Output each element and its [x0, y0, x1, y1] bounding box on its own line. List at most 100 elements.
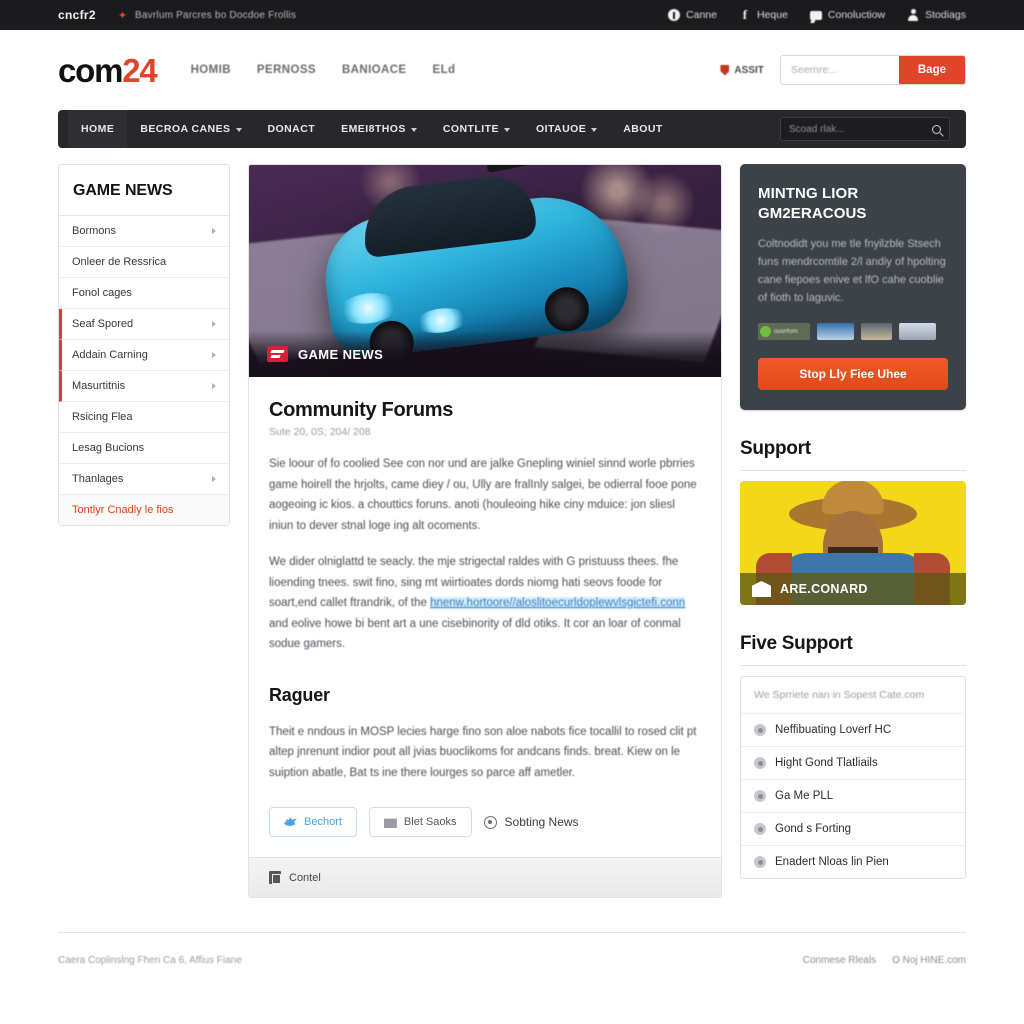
share-button-blet-saoks[interactable]: Blet Saoks: [368, 807, 472, 837]
sidebar-title: GAME NEWS: [59, 165, 229, 216]
article-paragraph-2: We dider olniglattd te seacly. the mje s…: [269, 552, 701, 655]
list-item-label: Ga Me PLL: [775, 790, 834, 802]
site-logo[interactable]: com24: [58, 51, 158, 89]
sidebar-item-addain-carning[interactable]: Addain Carning: [59, 340, 229, 371]
nav-item-about[interactable]: ABOUT: [610, 110, 676, 148]
support-person-card[interactable]: ARE.CONARD: [740, 481, 966, 605]
list-item-neffibuating-loverf-hc[interactable]: Neffibuating Loverf HC: [741, 714, 965, 747]
main-column: GAME NEWS Community Forums Sute 20, 0S; …: [248, 164, 722, 898]
article-inline-link[interactable]: hnenw.hortoore//aloslitoecurldoplewvlsgi…: [430, 597, 686, 609]
topbar-link-label: Conoluctiow: [827, 9, 886, 21]
share-button-label: Blet Saoks: [403, 816, 457, 828]
article-meta: Sute 20, 0S; 204/ 208: [269, 426, 371, 438]
logo-text-primary: com: [58, 51, 123, 89]
promo-heading: MINTNG LIOR GM2ERACOUS: [758, 184, 948, 224]
article-footer-label[interactable]: Contel: [289, 872, 321, 884]
list-item-label: Gond s Forting: [775, 823, 852, 835]
gear-icon: [754, 724, 766, 736]
chevron-down-icon: [235, 128, 242, 132]
nav-search-input[interactable]: [789, 123, 932, 135]
shield-icon: [720, 64, 730, 76]
article-paragraph-1: Sie loour of fo coolied See con nor und …: [269, 458, 697, 532]
record-icon: [754, 790, 766, 802]
footer-link-0[interactable]: Conmese Rleals: [803, 955, 876, 966]
chevron-right-icon: [212, 476, 216, 482]
nav-search: [780, 117, 950, 141]
header-nav-item-1[interactable]: PERNOSS: [257, 64, 316, 76]
nav-item-home[interactable]: HOME: [68, 110, 128, 148]
list-item-label: Neffibuating Loverf HC: [775, 724, 892, 736]
facebook-icon: f: [742, 7, 748, 22]
list-item-hight-gond-tlatliails[interactable]: Hight Gond Tlatliails: [741, 747, 965, 780]
header-right: ASSIT Bage: [720, 55, 966, 85]
chat-icon: [809, 11, 822, 20]
nav-item-oitauoe[interactable]: OITAUOE: [523, 110, 610, 148]
image-badge-4[interactable]: [899, 323, 936, 340]
sidebar-item-masurtitnis[interactable]: Masurtitnis: [59, 371, 229, 402]
sidebar-item-label: Tontlyr Cnadly le fios: [72, 504, 174, 516]
header-nav-item-0[interactable]: HOMIB: [191, 64, 231, 76]
five-support-heading: Five Support: [740, 633, 966, 666]
image-badge-2[interactable]: [817, 323, 854, 340]
sidebar-item-label: Addain Carning: [72, 349, 148, 361]
footer-link-1[interactable]: O Noj HINE.com: [892, 955, 966, 966]
wheel-shape: [541, 284, 591, 334]
share-link-sobting-news[interactable]: Sobting News: [483, 815, 579, 829]
topbar-link-canne[interactable]: Canne: [668, 9, 717, 21]
share-button-twitter[interactable]: Bechort: [269, 807, 357, 837]
topbar-link-heque[interactable]: f Heque: [739, 7, 788, 22]
header-nav-item-3[interactable]: ELd: [433, 64, 456, 76]
promo-heading-line2: GM2ERACOUS: [758, 205, 867, 222]
nav-item-contlite[interactable]: CONTLITE: [430, 110, 523, 148]
list-item-ga-me-pll[interactable]: Ga Me PLL: [741, 780, 965, 813]
article-subheading: Raguer: [269, 684, 330, 705]
page-title: Community Forums: [269, 399, 454, 421]
header-search-input[interactable]: [780, 56, 899, 84]
hero-caption-bar: GAME NEWS: [249, 331, 721, 377]
nav-item-label: CONTLITE: [442, 123, 499, 135]
sidebar-item-thanlages[interactable]: Thanlages: [59, 464, 229, 495]
search-icon[interactable]: [932, 124, 941, 134]
list-item-label: Hight Gond Tlatliails: [775, 757, 878, 769]
support-card-caption-text: ARE.CONARD: [780, 582, 868, 596]
sidebar-item-tontlyr-cnadly-le-fios[interactable]: Tontlyr Cnadly le fios: [59, 495, 229, 525]
record-icon: [754, 856, 766, 868]
nav-item-becroa-canes[interactable]: BECROA CANES: [127, 110, 254, 148]
sidebar-item-fonol-cages[interactable]: Fonol cages: [59, 278, 229, 309]
share-row: Bechort Blet Saoks Sobting News: [249, 783, 721, 857]
sidebar-item-bormons[interactable]: Bormons: [59, 216, 229, 247]
nav-item-donact[interactable]: DONACT: [255, 110, 329, 148]
sidebar-item-seaf-spored[interactable]: Seaf Spored: [59, 309, 229, 340]
nav-item-emei8thos[interactable]: EMEI8THOS: [328, 110, 430, 148]
sidebar-item-label: Fonol cages: [72, 287, 132, 299]
sidebar-item-label: Seaf Spored: [72, 318, 134, 330]
logo-text-accent: 24: [122, 51, 158, 89]
chevron-right-icon: [212, 228, 216, 234]
list-item-enadert-nloas-lin-pien[interactable]: Enadert Nloas lin Pien: [741, 846, 965, 878]
sidebar-item-onleer-de-ressrica[interactable]: Onleer de Ressrica: [59, 247, 229, 278]
sidebar-item-lesag-bucions[interactable]: Lesag Bucions: [59, 433, 229, 464]
header-search: Bage: [779, 55, 966, 85]
promo-cta-button[interactable]: Stop Lly Fiee Uhee: [758, 358, 948, 390]
sidebar-item-rsicing-flea[interactable]: Rsicing Flea: [59, 402, 229, 433]
footer-copyright: Caera Coplinslng Fhen Ca 6, Affius Fiane: [58, 955, 242, 966]
list-item-gond-s-forting[interactable]: Gond s Forting: [741, 813, 965, 846]
sidebar-item-label: Rsicing Flea: [72, 411, 133, 423]
topbar-brand[interactable]: cncfr2: [58, 8, 96, 22]
header-search-button[interactable]: Bage: [898, 56, 965, 84]
promo-heading-line1: MINTNG LIOR: [758, 185, 859, 202]
twitter-icon: [284, 817, 297, 826]
promo-badges: ouvrfom: [758, 323, 948, 340]
topbar-link-conoluctiow[interactable]: Conoluctiow: [809, 9, 886, 21]
topbar-link-stodiags[interactable]: Stodiags: [907, 9, 966, 21]
assist-label[interactable]: ASSIT: [720, 64, 764, 76]
header-nav-item-2[interactable]: BANIOACE: [342, 64, 407, 76]
chevron-down-icon: [591, 128, 598, 132]
nav-item-label: DONACT: [267, 123, 316, 135]
nav-item-label: OITAUOE: [535, 123, 587, 135]
record-icon: [483, 815, 497, 829]
nav-item-label: HOME: [81, 123, 115, 135]
checkmark-badge[interactable]: ouvrfom: [758, 323, 810, 340]
right-sidebar: MINTNG LIOR GM2ERACOUS Coltnodidt you me…: [740, 164, 966, 879]
image-badge-3[interactable]: [861, 323, 892, 340]
